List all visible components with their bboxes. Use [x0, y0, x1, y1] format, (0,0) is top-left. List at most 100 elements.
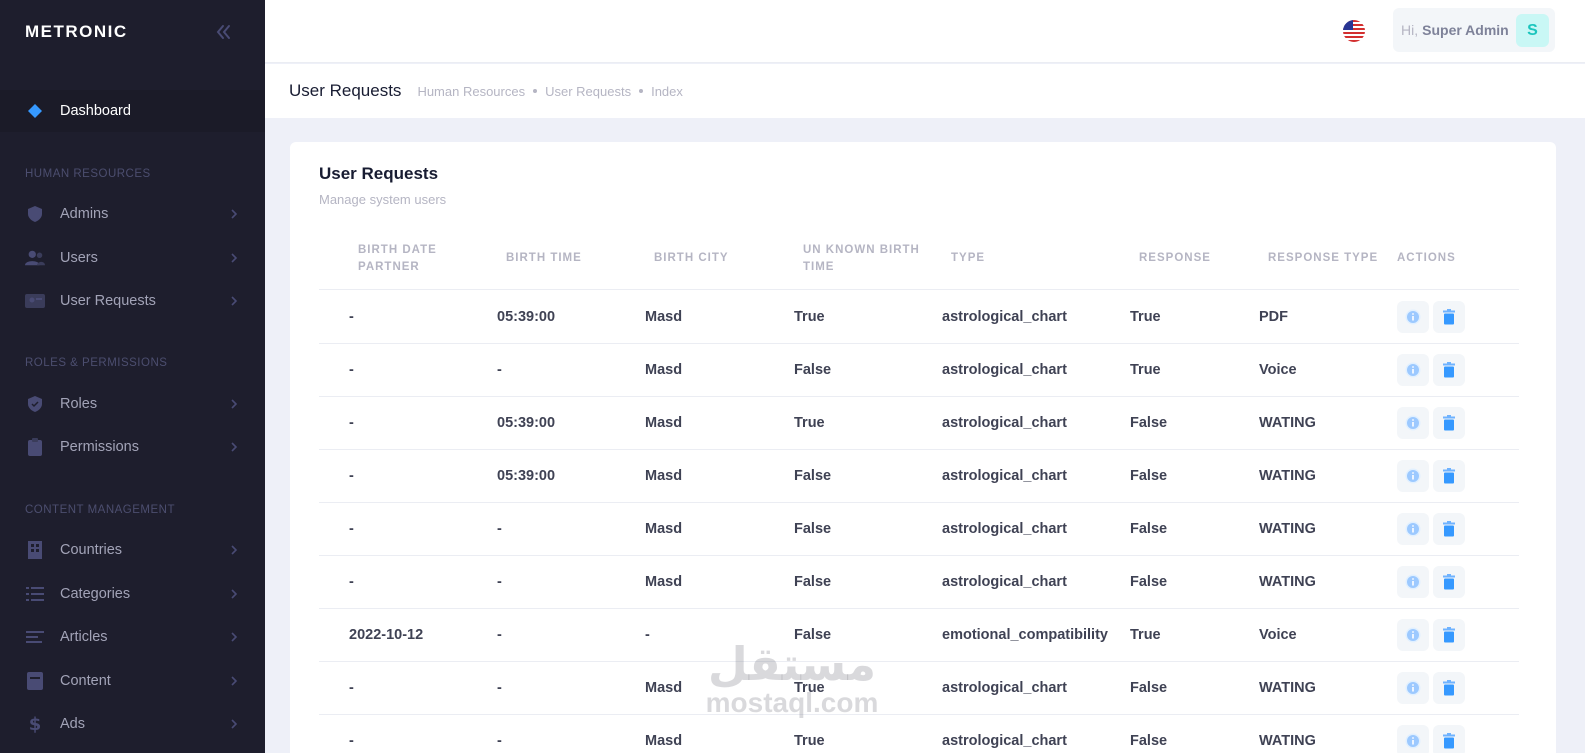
column-header-response[interactable]: RESPONSE [1139, 250, 1211, 267]
delete-button[interactable] [1433, 566, 1465, 598]
cell-response: True [1130, 309, 1161, 325]
cell-birth-date-partner: - [349, 574, 354, 590]
collapse-sidebar-icon[interactable] [213, 22, 233, 42]
info-button[interactable] [1397, 566, 1429, 598]
sidebar-item-content[interactable]: Content [0, 660, 265, 702]
cell-birth-date-partner: - [349, 733, 354, 749]
cell-unknown-birth-time: False [794, 468, 832, 484]
column-header-birth-date-partner[interactable]: BIRTH DATE PARTNER [358, 242, 478, 276]
sidebar-item-ads[interactable]: $ Ads [0, 703, 265, 745]
cell-response-type: WATING [1259, 521, 1316, 537]
delete-button[interactable] [1433, 354, 1465, 386]
trash-icon [1443, 680, 1455, 696]
trash-icon [1443, 309, 1455, 325]
info-button[interactable] [1397, 407, 1429, 439]
delete-button[interactable] [1433, 301, 1465, 333]
info-button[interactable] [1397, 725, 1429, 753]
sidebar-item-dashboard[interactable]: Dashboard [0, 90, 265, 132]
cell-type: astrological_chart [942, 521, 1067, 537]
column-header-birth-time[interactable]: BIRTH TIME [506, 250, 582, 267]
breadcrumb-item[interactable]: Human Resources [417, 84, 525, 99]
column-header-response-type[interactable]: RESPONSE TYPE [1268, 250, 1378, 267]
cell-response-type: Voice [1259, 627, 1297, 643]
chevron-right-icon [231, 399, 238, 409]
cell-type: astrological_chart [942, 733, 1067, 749]
breadcrumb-item[interactable]: Index [651, 84, 683, 99]
cell-unknown-birth-time: True [794, 680, 825, 696]
cell-unknown-birth-time: True [794, 733, 825, 749]
cell-unknown-birth-time: False [794, 362, 832, 378]
table-row: - 05:39:00 Masd True astrological_chart True P… [319, 291, 1519, 344]
table-row: - 05:39:00 Masd True astrological_chart False… [319, 397, 1519, 450]
user-menu-toggle[interactable]: Hi, Super Admin S [1393, 8, 1555, 52]
cell-birth-date-partner: - [349, 309, 354, 325]
cell-birth-time: - [497, 680, 502, 696]
sidebar-item-label: Admins [60, 206, 109, 222]
table-row: - - Masd False astrological_chart False WATING [319, 503, 1519, 556]
dashboard-icon [25, 101, 45, 121]
info-button[interactable] [1397, 513, 1429, 545]
clipboard-icon [25, 437, 45, 457]
cell-response-type: WATING [1259, 574, 1316, 590]
breadcrumb-item[interactable]: User Requests [545, 84, 631, 99]
cell-birth-time: 05:39:00 [497, 415, 556, 431]
shield-check-icon [25, 394, 45, 414]
cell-response-type: WATING [1259, 733, 1316, 749]
sidebar-item-label: Countries [60, 542, 123, 558]
sidebar-item-articles[interactable]: Articles [0, 616, 265, 658]
table-row: - - Masd False astrological_chart False WATING [319, 556, 1519, 609]
cell-birth-date-partner: - [349, 362, 354, 378]
chevron-right-icon [231, 719, 238, 729]
users-icon [25, 248, 45, 268]
info-button[interactable] [1397, 354, 1429, 386]
cell-unknown-birth-time: False [794, 574, 832, 590]
sidebar-item-user-requests[interactable]: User Requests [0, 280, 265, 322]
cell-birth-time: - [497, 733, 502, 749]
cell-birth-city: Masd [645, 680, 683, 696]
column-header-birth-city[interactable]: BIRTH CITY [654, 250, 729, 267]
info-button[interactable] [1397, 672, 1429, 704]
cell-birth-date-partner: - [349, 415, 354, 431]
chevron-right-icon [231, 209, 238, 219]
building-icon [25, 540, 45, 560]
sidebar-item-countries[interactable]: Countries [0, 529, 265, 571]
sidebar: METRONIC Dashboard HUMAN RESOURCES Admin… [0, 0, 265, 753]
sidebar-item-users[interactable]: Users [0, 237, 265, 279]
cell-unknown-birth-time: False [794, 521, 832, 537]
delete-button[interactable] [1433, 725, 1465, 753]
us-flag-icon[interactable] [1343, 20, 1365, 42]
sidebar-item-label: User Requests [60, 293, 156, 309]
trash-icon [1443, 521, 1455, 537]
info-button[interactable] [1397, 460, 1429, 492]
column-header-unknown-birth-time[interactable]: UN KNOWN BIRTH TIME [803, 242, 928, 276]
delete-button[interactable] [1433, 513, 1465, 545]
cell-type: astrological_chart [942, 362, 1067, 378]
table-row: - 05:39:00 Masd False astrological_chart Fals… [319, 450, 1519, 503]
table-row: - - Masd True astrological_chart False WATING [319, 715, 1519, 753]
cell-birth-time: - [497, 521, 502, 537]
cell-type: emotional_compatibility [942, 627, 1108, 643]
delete-button[interactable] [1433, 460, 1465, 492]
info-icon [1405, 627, 1421, 643]
delete-button[interactable] [1433, 672, 1465, 704]
sidebar-item-categories[interactable]: Categories [0, 573, 265, 615]
cell-response-type: PDF [1259, 309, 1288, 325]
sidebar-item-roles[interactable]: Roles [0, 383, 265, 425]
section-title-roles: ROLES & PERMISSIONS [25, 357, 168, 369]
info-button[interactable] [1397, 619, 1429, 651]
cell-response-type: Voice [1259, 362, 1297, 378]
cell-birth-city: Masd [645, 309, 683, 325]
subheader: User Requests Human Resources User Reque… [265, 64, 1585, 118]
trash-icon [1443, 627, 1455, 643]
brand-logo[interactable]: METRONIC [25, 22, 128, 42]
delete-button[interactable] [1433, 619, 1465, 651]
column-header-type[interactable]: TYPE [951, 250, 985, 267]
delete-button[interactable] [1433, 407, 1465, 439]
text-lines-icon [25, 627, 45, 647]
table-header: BIRTH DATE PARTNER BIRTH TIME BIRTH CITY… [319, 240, 1519, 290]
sidebar-item-permissions[interactable]: Permissions [0, 426, 265, 468]
info-button[interactable] [1397, 301, 1429, 333]
cell-type: astrological_chart [942, 468, 1067, 484]
sidebar-item-admins[interactable]: Admins [0, 193, 265, 235]
info-icon [1405, 362, 1421, 378]
